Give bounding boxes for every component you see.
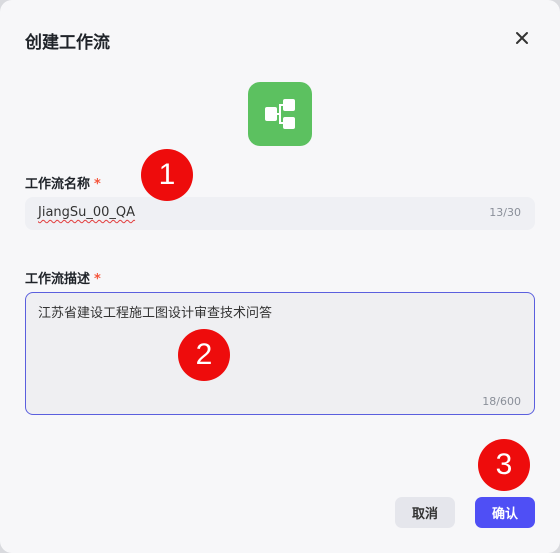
workflow-name-value: JiangSu_00_QA [38,205,136,220]
workflow-name-input[interactable]: JiangSu_00_QA 13/30 [25,197,535,230]
required-mark: * [94,272,101,287]
cancel-button[interactable]: 取消 [395,497,455,528]
desc-char-count: 18/600 [482,395,521,408]
required-mark: * [94,177,101,192]
workflow-description-textarea[interactable]: 江苏省建设工程施工图设计审查技术问答 18/600 [25,292,535,415]
workflow-description-value: 江苏省建设工程施工图设计审查技术问答 [38,306,273,321]
create-workflow-dialog: 创建工作流 工作流名称 * JiangSu_00_QA 13/30 工作流描述 * … [0,0,560,553]
close-icon[interactable] [510,26,534,50]
annotation-marker-2: 2 [178,329,230,381]
confirm-button[interactable]: 确认 [475,497,535,528]
name-char-count: 13/30 [489,206,521,219]
desc-label-text: 工作流描述 [25,272,91,287]
name-label-text: 工作流名称 [25,177,91,192]
annotation-marker-1: 1 [141,149,193,201]
dialog-title: 创建工作流 [25,33,110,53]
workflow-icon [248,82,312,146]
name-label: 工作流名称 * [25,173,101,192]
desc-label: 工作流描述 * [25,268,101,287]
annotation-marker-3: 3 [478,439,530,491]
